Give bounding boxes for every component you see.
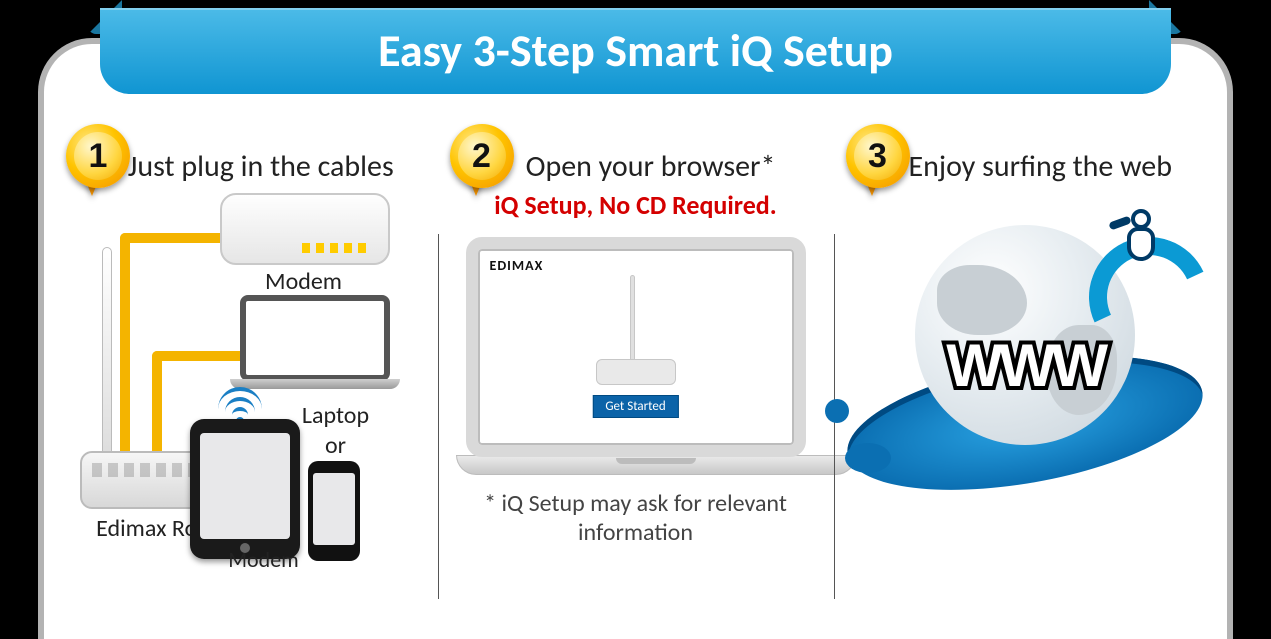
step-badge-3: 3	[846, 124, 910, 188]
cable	[120, 233, 130, 463]
card: 1 Just plug in the cables Edimax Router …	[38, 38, 1233, 639]
brand-label: EDIMAX	[490, 257, 544, 274]
get-started-button[interactable]: Get Started	[592, 395, 678, 418]
step-number: 1	[74, 132, 122, 180]
step-1: 1 Just plug in the cables Edimax Router …	[54, 114, 438, 639]
tablet-icon	[190, 419, 300, 559]
step-2: 2 Open your browser* iQ Setup, No CD Req…	[438, 114, 834, 639]
www-illustration: WWW	[855, 213, 1195, 513]
step-2-footnote: * iQ Setup may ask for relevant informat…	[456, 489, 816, 547]
step-badge-1: 1	[66, 124, 130, 188]
modem-icon	[220, 193, 390, 265]
router-antenna	[102, 247, 112, 457]
browser-screen: EDIMAX Get Started	[466, 237, 806, 457]
step-1-title: Just plug in the cables	[102, 148, 420, 185]
step-badge-2: 2	[450, 124, 514, 188]
header-title: Easy 3-Step Smart iQ Setup	[378, 23, 893, 79]
modem-label: Modem	[234, 267, 374, 296]
laptop-browser-icon: EDIMAX Get Started	[456, 237, 816, 475]
splash-icon	[825, 399, 849, 423]
steps-row: 1 Just plug in the cables Edimax Router …	[54, 114, 1217, 639]
step-2-title: Open your browser*	[486, 148, 816, 185]
header-ribbon: Easy 3-Step Smart iQ Setup	[100, 8, 1171, 94]
laptop-base	[456, 455, 856, 475]
step-3: 3 Enjoy surfing the web WWW	[834, 114, 1218, 639]
www-text: WWW	[946, 331, 1104, 400]
mini-router-antenna	[630, 275, 635, 361]
step-1-illustration: Edimax Router Modem Laptop or Modem	[72, 193, 420, 553]
laptop-icon	[230, 295, 400, 395]
step-number: 2	[458, 132, 506, 180]
cable	[152, 351, 162, 463]
step-2-subtitle: iQ Setup, No CD Required.	[456, 189, 816, 221]
modem2-label: Modem	[184, 546, 344, 573]
step-3-title: Enjoy surfing the web	[882, 148, 1200, 185]
surfer-icon	[1107, 209, 1177, 279]
step-number: 3	[854, 132, 902, 180]
mini-router-icon	[596, 359, 676, 385]
splash-icon	[845, 443, 891, 473]
